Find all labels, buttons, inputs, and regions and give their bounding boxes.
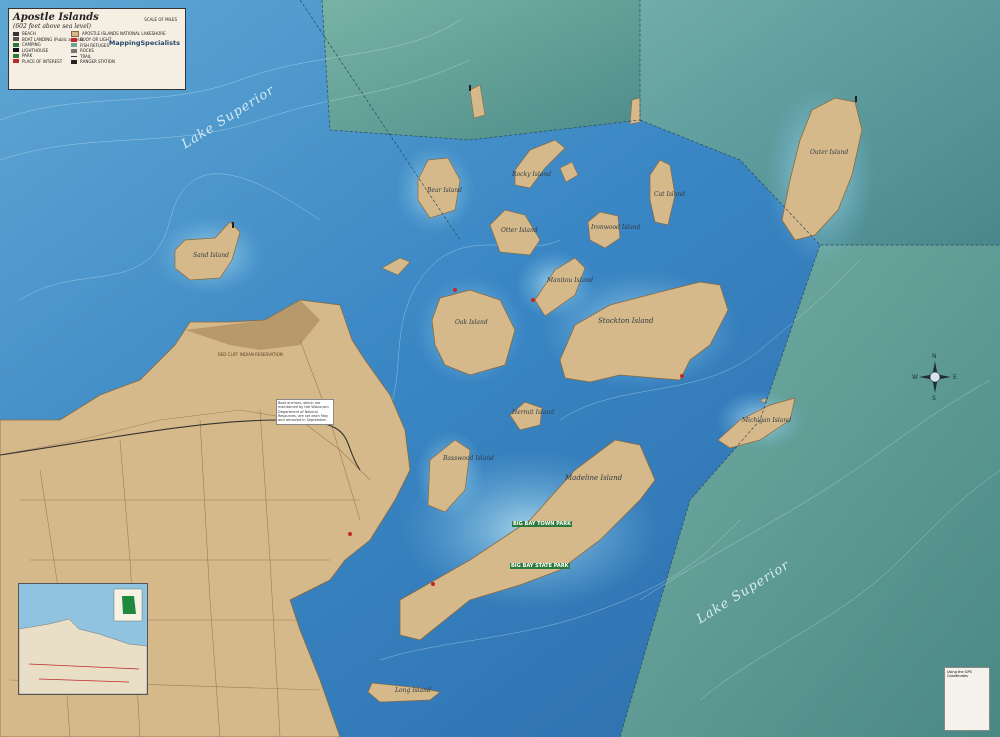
- map-svg: [0, 0, 1000, 737]
- fish-refuge-swatch-icon: [71, 43, 77, 48]
- sand-island-label: Sand Island: [193, 252, 229, 259]
- map-legend: Apostle Islands (602 feet above sea leve…: [8, 8, 186, 90]
- big-bay-state-park-label: BIG BAY STATE PARK: [510, 563, 570, 569]
- scale-bar: SCALE OF MILES: [144, 17, 177, 22]
- legend-items-2: APOSTLE ISLANDS NATIONAL LAKESHORE BUOY …: [71, 31, 181, 65]
- michigan-island-label: Michigan Island: [742, 417, 792, 424]
- park-icon: [13, 53, 19, 58]
- map-canvas[interactable]: Apostle Islands (602 feet above sea leve…: [0, 0, 1000, 737]
- madeline-island-label: Madeline Island: [565, 474, 623, 482]
- compass-e-label: E: [953, 374, 957, 381]
- compass-s-label: S: [932, 395, 936, 402]
- bear-island-label: Bear Island: [427, 187, 462, 194]
- outer-island-label: Outer Island: [810, 149, 849, 156]
- camping-icon: [13, 42, 19, 47]
- long-island-label: Long Island: [395, 687, 431, 694]
- basswood-island-label: Basswood Island: [443, 455, 494, 462]
- lighthouse-icon: [13, 48, 19, 53]
- oak-island-label: Oak Island: [455, 319, 488, 326]
- rocks-icon: [71, 48, 77, 53]
- ironwood-island-label: Ironwood Island: [591, 224, 641, 231]
- legend-subtitle: (602 feet above sea level): [13, 23, 92, 30]
- red-cliff-label: RED CLIFF INDIAN RESERVATION: [218, 352, 283, 357]
- inset-locator-map: [18, 583, 148, 695]
- otter-island-label: Otter Island: [501, 227, 538, 234]
- trail-icon: [71, 55, 77, 57]
- gps-title: Using the GPS Coordinates: [947, 670, 972, 678]
- rocky-island-label: Rocky Island: [512, 171, 552, 178]
- boat-landing-icon: [13, 37, 19, 42]
- legend-item: RANGER STATION: [71, 59, 181, 65]
- cat-island-label: Cat Island: [654, 191, 686, 198]
- inset-svg: [19, 584, 147, 694]
- stockton-island-label: Stockton Island: [598, 317, 654, 325]
- manitou-island-label: Manitou Island: [547, 277, 593, 284]
- lakeshore-swatch-icon: [71, 31, 79, 37]
- gps-info-panel: Using the GPS Coordinates: [944, 667, 990, 731]
- star-icon: [13, 59, 19, 64]
- beach-icon: [13, 31, 19, 36]
- compass-w-label: W: [912, 374, 918, 381]
- fish-refuge-north: [322, 0, 640, 140]
- compass-n-label: N: [932, 353, 937, 360]
- big-bay-town-park-label: BIG BAY TOWN PARK: [512, 521, 572, 527]
- hermit-island-label: Hermit Island: [512, 409, 555, 416]
- ranger-station-icon: [71, 59, 77, 64]
- boat-anchor-note: Boat anchors, which are maintained by th…: [276, 399, 334, 425]
- buoy-icon: [71, 37, 77, 42]
